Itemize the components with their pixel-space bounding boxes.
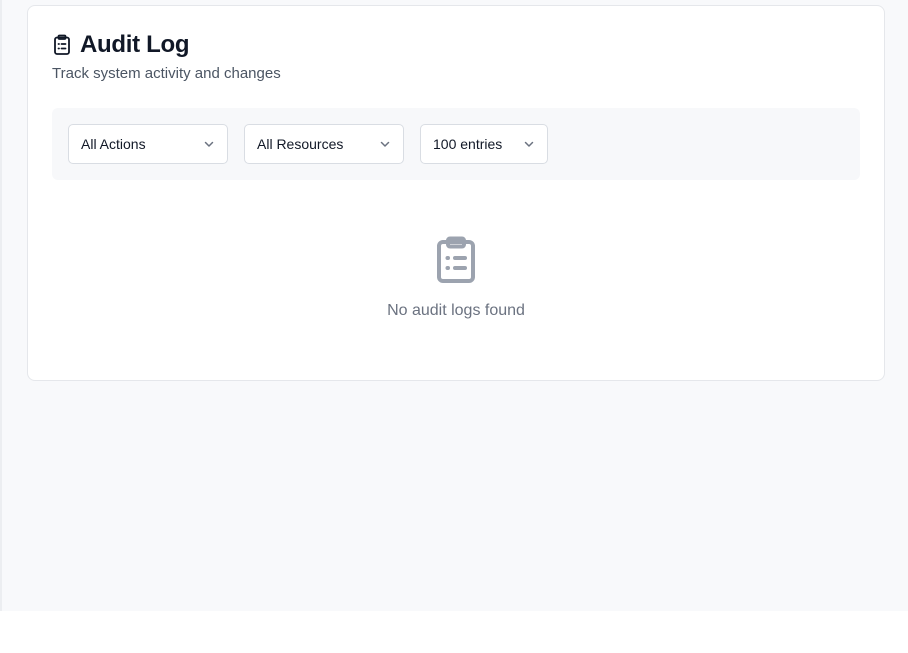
audit-log-card: Audit Log Track system activity and chan… xyxy=(27,5,885,381)
filter-bar: All Actions All Resources 100 entries xyxy=(52,108,860,180)
clipboard-list-icon xyxy=(52,34,72,56)
page-subtitle: Track system activity and changes xyxy=(52,65,281,82)
actions-filter-value: All Actions xyxy=(81,136,146,152)
resources-filter-select[interactable]: All Resources xyxy=(244,124,404,164)
actions-filter-select[interactable]: All Actions xyxy=(68,124,228,164)
resources-filter-value: All Resources xyxy=(257,136,344,152)
page-header: Audit Log xyxy=(52,31,190,59)
chevron-down-icon xyxy=(379,138,391,150)
app-background: Audit Log Track system activity and chan… xyxy=(0,0,908,611)
chevron-down-icon xyxy=(523,138,535,150)
page-title: Audit Log xyxy=(80,31,190,58)
entries-limit-select[interactable]: 100 entries xyxy=(420,124,548,164)
clipboard-list-icon xyxy=(434,236,478,284)
entries-limit-value: 100 entries xyxy=(433,136,503,152)
chevron-down-icon xyxy=(203,138,215,150)
empty-state-message: No audit logs found xyxy=(387,302,525,319)
